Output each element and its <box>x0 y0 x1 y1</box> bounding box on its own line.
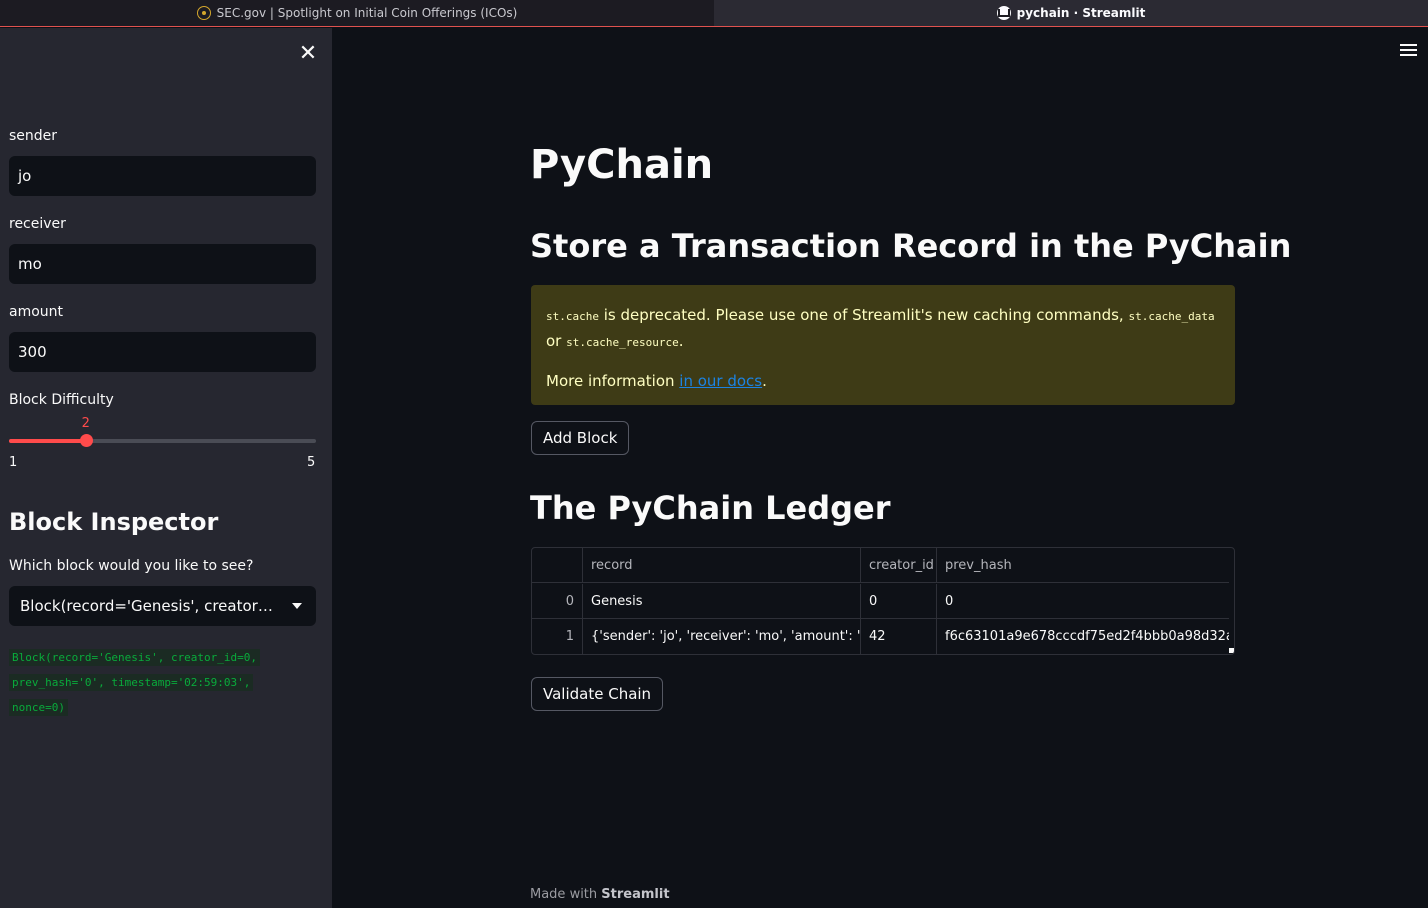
slider-max-label: 5 <box>307 455 316 470</box>
amount-label: amount <box>9 304 64 320</box>
browser-tab-sec[interactable]: SEC.gov | Spotlight on Initial Coin Offe… <box>0 0 714 26</box>
amount-input[interactable]: 300 <box>9 332 316 372</box>
cell-record[interactable]: Genesis <box>583 584 861 619</box>
browser-tab-bar: SEC.gov | Spotlight on Initial Coin Offe… <box>0 0 1428 27</box>
slider-fill <box>9 439 86 443</box>
row-index: 1 <box>532 619 583 654</box>
block-inspector-heading: Block Inspector <box>9 508 219 536</box>
cell-prev-hash[interactable]: 0 <box>937 584 1229 619</box>
row-index: 0 <box>532 584 583 619</box>
browser-tab-pychain[interactable]: pychain · Streamlit <box>714 0 1428 26</box>
slider-value: 2 <box>81 416 90 431</box>
page-title: PyChain <box>530 142 714 188</box>
table-resize-handle[interactable] <box>1229 648 1234 653</box>
cell-record[interactable]: {'sender': 'jo', 'receiver': 'mo', 'amou… <box>583 619 861 654</box>
streamlit-icon <box>996 6 1011 20</box>
sender-label: sender <box>9 128 58 144</box>
sidebar: ✕ sender jo receiver mo amount 300 Block… <box>0 28 332 908</box>
validate-chain-button[interactable]: Validate Chain <box>531 677 664 711</box>
tab-title: SEC.gov | Spotlight on Initial Coin Offe… <box>216 6 518 20</box>
ledger-heading: The PyChain Ledger <box>530 489 891 527</box>
deprecation-warning: st.cache is deprecated. Please use one o… <box>531 285 1235 405</box>
cell-creator-id[interactable]: 0 <box>861 584 937 619</box>
table-row[interactable]: 1 {'sender': 'jo', 'receiver': 'mo', 'am… <box>532 619 1229 654</box>
table-row[interactable]: 0 Genesis 0 0 <box>532 584 1229 619</box>
cell-prev-hash[interactable]: f6c63101a9e678cccdf75ed2f4bbb0a98d32afa4… <box>937 619 1229 654</box>
block-select-label: Which block would you like to see? <box>9 558 254 574</box>
tab-title: pychain · Streamlit <box>1016 6 1146 20</box>
block-output-line: nonce=0) <box>9 699 68 716</box>
cell-creator-id[interactable]: 42 <box>861 619 937 654</box>
footer: Made with Streamlit <box>530 887 670 902</box>
difficulty-slider[interactable]: 2 <box>9 416 316 447</box>
warning-more: More information in our docs. <box>546 372 767 390</box>
receiver-input[interactable]: mo <box>9 244 316 284</box>
ledger-table[interactable]: record creator_id prev_hash 0 Genesis 0 … <box>531 547 1235 655</box>
docs-link[interactable]: in our docs <box>679 372 762 390</box>
receiver-label: receiver <box>9 216 66 232</box>
close-sidebar-icon[interactable]: ✕ <box>296 42 320 66</box>
store-heading: Store a Transaction Record in the PyChai… <box>530 227 1292 265</box>
table-header-row: record creator_id prev_hash <box>532 548 1229 583</box>
block-select[interactable]: Block(record='Genesis', creator_id=... <box>9 586 316 626</box>
column-header-creator-id[interactable]: creator_id <box>861 548 937 583</box>
slider-thumb[interactable] <box>79 434 93 447</box>
add-block-button[interactable]: Add Block <box>531 421 630 455</box>
chevron-down-icon[interactable] <box>292 603 302 609</box>
hamburger-menu-icon[interactable] <box>1400 44 1417 58</box>
column-header-prev-hash[interactable]: prev_hash <box>937 548 1229 583</box>
block-output: Block(record='Genesis', creator_id=0, pr… <box>9 645 309 720</box>
block-output-line: prev_hash='0', timestamp='02:59:03', <box>9 674 254 691</box>
slider-min-label: 1 <box>9 455 18 470</box>
difficulty-label: Block Difficulty <box>9 392 114 408</box>
sec-seal-icon <box>196 6 211 20</box>
warning-text: st.cache is deprecated. Please use one o… <box>546 306 1215 350</box>
streamlit-link[interactable]: Streamlit <box>601 887 669 902</box>
sender-input[interactable]: jo <box>9 156 316 196</box>
column-header-index <box>532 548 583 583</box>
column-header-record[interactable]: record <box>583 548 861 583</box>
block-output-line: Block(record='Genesis', creator_id=0, <box>9 649 261 666</box>
